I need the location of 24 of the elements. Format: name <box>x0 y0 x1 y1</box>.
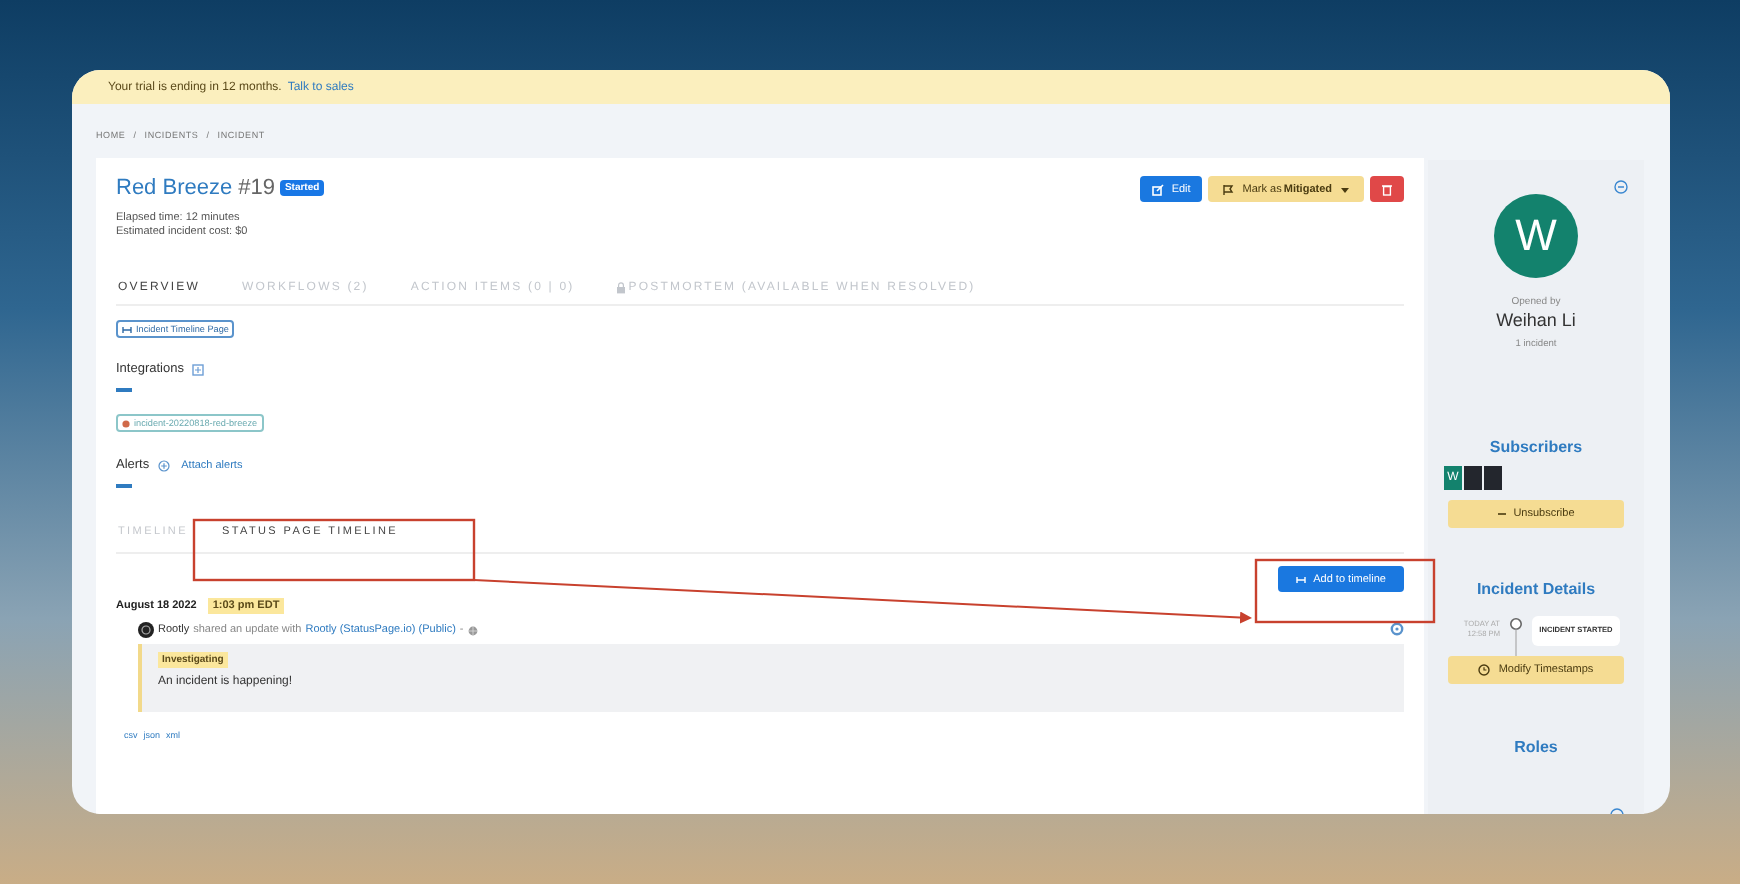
avatar: W <box>1494 194 1578 278</box>
link-icon <box>1295 575 1306 583</box>
plus-circle-icon <box>157 459 170 471</box>
edit-icon <box>1151 183 1164 195</box>
section-heading: Incident Details <box>1476 580 1596 598</box>
incident-number: #19 <box>238 176 275 200</box>
integrations-icon <box>191 363 204 375</box>
avatar-icon <box>138 622 154 638</box>
opener-name: Weihan Li <box>1496 310 1576 330</box>
clock-icon <box>1478 664 1491 676</box>
incident-title: Red Breeze <box>116 176 233 200</box>
lock-icon <box>616 282 627 294</box>
section-heading: Subscribers <box>1489 438 1583 456</box>
collapse-icon[interactable] <box>1614 180 1628 194</box>
minus-icon <box>1497 512 1506 516</box>
section-heading: Roles <box>1514 738 1558 756</box>
trash-icon <box>1382 183 1392 195</box>
caret-icon <box>1340 185 1350 193</box>
globe-icon <box>467 625 478 635</box>
settings-icon[interactable] <box>1390 622 1404 636</box>
timeline-node-icon <box>1508 616 1524 660</box>
delete-button[interactable] <box>1370 176 1404 202</box>
link-icon <box>122 325 132 333</box>
flag-icon <box>1222 183 1235 195</box>
